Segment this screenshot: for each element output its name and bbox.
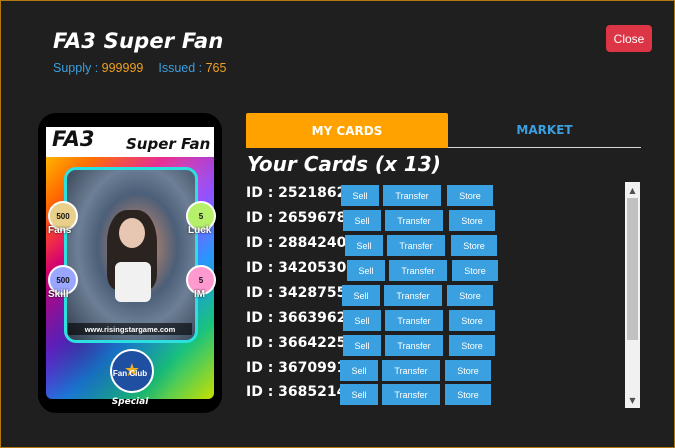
sell-button[interactable]: Sell: [345, 235, 383, 256]
transfer-button[interactable]: Transfer: [385, 210, 443, 231]
transfer-button[interactable]: Transfer: [387, 235, 445, 256]
tab-my-cards[interactable]: MY CARDS: [246, 113, 448, 148]
sell-button[interactable]: Sell: [340, 360, 378, 381]
modal-title: FA3 Super Fan: [53, 29, 224, 53]
skill-stat-label: Skill: [48, 289, 69, 300]
store-button[interactable]: Store: [447, 185, 493, 206]
sell-button[interactable]: Sell: [341, 185, 379, 206]
cards-heading: Your Cards (x 13): [247, 152, 441, 176]
scrollbar-thumb[interactable]: [627, 198, 638, 340]
scroll-down-arrow-icon[interactable]: ▼: [625, 395, 640, 405]
card-id: ID : 3670991: [246, 360, 347, 376]
store-button[interactable]: Store: [449, 210, 495, 231]
transfer-button[interactable]: Transfer: [382, 384, 440, 405]
store-button[interactable]: Store: [445, 384, 491, 405]
transfer-button[interactable]: Transfer: [384, 285, 442, 306]
card-name-short: FA3: [52, 127, 95, 151]
fans-stat-label: Fans: [48, 225, 72, 236]
list-scrollbar[interactable]: ▲ ▼: [625, 182, 640, 408]
transfer-button[interactable]: Transfer: [382, 360, 440, 381]
card-id: ID : 2659678: [246, 210, 347, 226]
card-modal: FA3 Super Fan Supply : 999999 Issued : 7…: [0, 0, 675, 448]
sell-button[interactable]: Sell: [343, 335, 381, 356]
card-id: ID : 2884240: [246, 235, 347, 251]
scroll-up-arrow-icon[interactable]: ▲: [625, 185, 640, 195]
fan-club-label: Fan Club: [112, 369, 148, 378]
issued-value: 765: [205, 61, 227, 75]
sell-button[interactable]: Sell: [342, 285, 380, 306]
sell-button[interactable]: Sell: [340, 384, 378, 405]
transfer-button[interactable]: Transfer: [385, 310, 443, 331]
sell-button[interactable]: Sell: [343, 310, 381, 331]
card-id: ID : 3420530: [246, 260, 347, 276]
card-list: ID : 2521862 Sell Transfer Store ID : 26…: [246, 181, 624, 407]
card-id: ID : 3685214: [246, 384, 347, 400]
store-button[interactable]: Store: [451, 235, 497, 256]
supply-value: 999999: [101, 61, 144, 75]
sell-button[interactable]: Sell: [343, 210, 381, 231]
card-name-rest: Super Fan: [126, 135, 211, 153]
supply-label: Supply :: [53, 61, 99, 75]
card-rarity: Special: [111, 397, 149, 407]
transfer-button[interactable]: Transfer: [385, 335, 443, 356]
card-id: ID : 2521862: [246, 185, 347, 201]
store-button[interactable]: Store: [445, 360, 491, 381]
transfer-button[interactable]: Transfer: [383, 185, 441, 206]
store-button[interactable]: Store: [447, 285, 493, 306]
transfer-button[interactable]: Transfer: [389, 260, 447, 281]
card-photo: [64, 167, 198, 343]
photo-face: [119, 218, 145, 248]
close-button[interactable]: Close: [606, 25, 652, 52]
issued-label: Issued :: [158, 61, 203, 75]
card-id: ID : 3664225: [246, 335, 347, 351]
tab-market[interactable]: MARKET: [448, 113, 641, 148]
sell-button[interactable]: Sell: [347, 260, 385, 281]
store-button[interactable]: Store: [452, 260, 498, 281]
card-image: FA3 Super Fan 500 Fans 5 Luck 500 Skill …: [38, 113, 222, 413]
supply-issued-line: Supply : 999999 Issued : 765: [53, 61, 226, 75]
photo-shirt: [115, 262, 151, 302]
luck-stat-label: Luck: [188, 225, 212, 236]
card-id: ID : 3428755: [246, 285, 347, 301]
im-stat-label: IM: [194, 289, 206, 300]
store-button[interactable]: Store: [449, 310, 495, 331]
card-id: ID : 3663962: [246, 310, 347, 326]
store-button[interactable]: Store: [449, 335, 495, 356]
card-url: www.risingstargame.com: [68, 323, 192, 335]
